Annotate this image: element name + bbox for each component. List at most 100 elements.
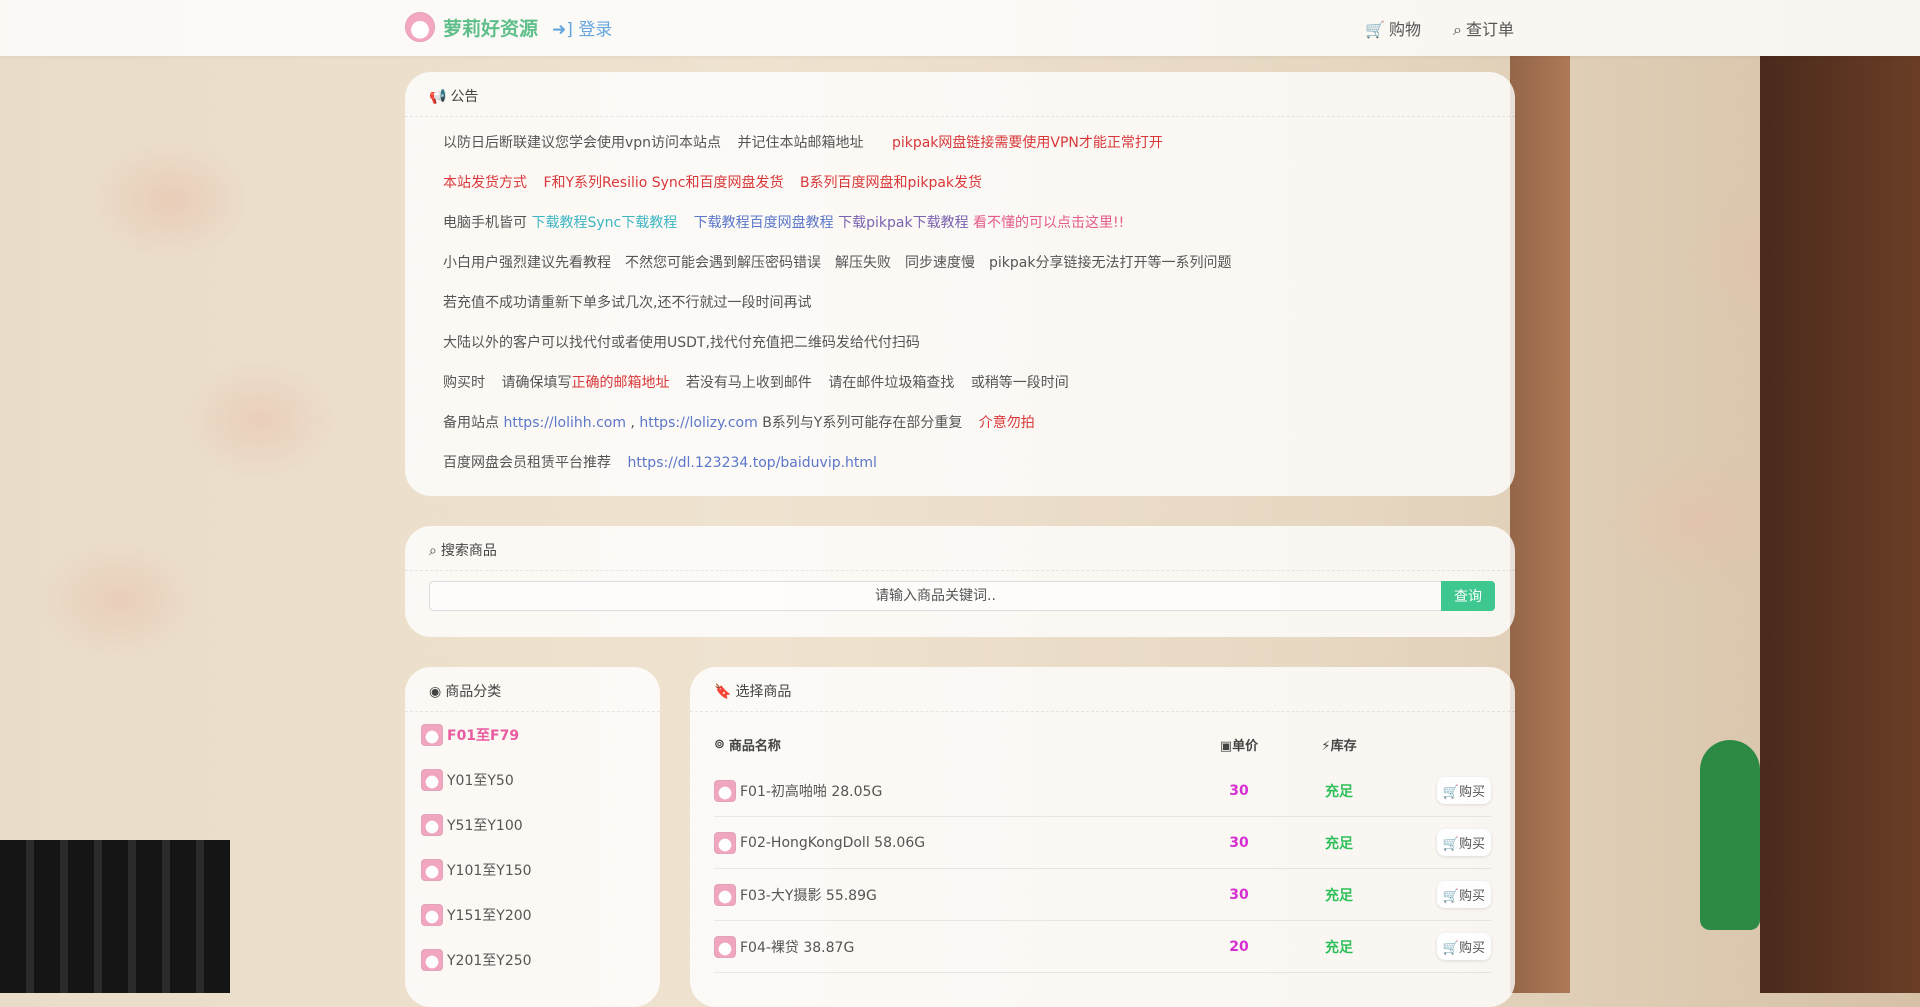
category-item[interactable]: Y151至Y200 [405, 892, 660, 937]
notice-text: 百度网盘会员租赁平台推荐 [443, 455, 611, 471]
notice-line: 本站发货方式 F和Y系列Resilio Sync和百度网盘发货 B系列百度网盘和… [443, 163, 1477, 203]
notice-header: 📢 公告 [405, 72, 1515, 117]
notice-warning: 介意勿拍 [978, 415, 1035, 431]
baidu-tutorial-link[interactable]: 下载教程百度网盘教程 [694, 215, 834, 231]
product-name: F04-裸贷 38.87G [740, 939, 855, 956]
notice-text: , [630, 415, 635, 431]
notice-card: 📢 公告 以防日后断联建议您学会使用vpn访问本站点 并记住本站邮箱地址 pikp… [405, 72, 1515, 496]
product-header: 🔖 选择商品 [690, 667, 1515, 712]
buy-label: 购买 [1458, 889, 1485, 904]
login-link[interactable]: ➜] 登录 [552, 15, 612, 40]
notice-line: 百度网盘会员租赁平台推荐 https://dl.123234.top/baidu… [443, 443, 1477, 483]
product-name: F03-大Y摄影 55.89G [740, 887, 877, 904]
category-icon [421, 858, 443, 881]
site-logo [405, 12, 435, 42]
header-price: ▣单价 [1209, 735, 1269, 754]
search-button[interactable]: 查询 [1441, 581, 1495, 611]
top-navbar: 萝莉好资源 ➜] 登录 🛒 购物 ⌕ 查订单 [0, 0, 1920, 56]
notice-text: B系列与Y系列可能存在部分重复 [762, 415, 963, 431]
background-bottle [1700, 740, 1760, 930]
login-label: 登录 [578, 19, 613, 40]
buy-label: 购买 [1458, 785, 1485, 800]
buy-label: 购买 [1458, 837, 1485, 852]
nav-shopping-label: 购物 [1389, 20, 1422, 39]
notice-warning: 正确的邮箱地址 [571, 375, 670, 391]
nav-right: 🛒 购物 ⌕ 查订单 [1365, 16, 1514, 40]
product-price: 30 [1229, 782, 1249, 799]
backup-site-link[interactable]: https://lolihh.com [503, 415, 626, 431]
pikpak-tutorial-link[interactable]: 下载pikpak下载教程 [838, 215, 968, 231]
nav-check-order[interactable]: ⌕ 查订单 [1453, 16, 1514, 40]
notice-warning: F和Y系列Resilio Sync和百度网盘发货 [543, 175, 784, 191]
search-icon: ⌕ [429, 543, 437, 559]
category-item[interactable]: Y51至Y100 [405, 802, 660, 847]
cart-icon: 🛒 [1365, 20, 1385, 39]
product-icon [714, 831, 736, 854]
product-price: 30 [1229, 886, 1249, 903]
table-row: F04-裸贷 38.87G 20 充足 🛒购买 [714, 921, 1491, 973]
table-header-row: ⊚ 商品名称 ▣单价 ⚡库存 [714, 723, 1491, 765]
product-icon [714, 779, 736, 802]
notice-line: 电脑手机皆可 下载教程Sync下载教程 下载教程百度网盘教程 下载pikpak下… [443, 203, 1477, 243]
product-icon [714, 935, 736, 958]
notice-text: 请在邮件垃圾箱查找 [828, 375, 955, 391]
product-price: 20 [1229, 938, 1249, 955]
product-table: ⊚ 商品名称 ▣单价 ⚡库存 F01-初高啪啪 28.05G 30 充足 🛒购买 … [714, 723, 1491, 973]
product-name: F01-初高啪啪 28.05G [740, 783, 883, 800]
background-door-frame [1510, 56, 1570, 993]
buy-label: 购买 [1458, 941, 1485, 956]
category-label: F01至F79 [447, 727, 520, 744]
category-item[interactable]: Y101至Y150 [405, 847, 660, 892]
backup-site-link[interactable]: https://lolizy.com [639, 415, 757, 431]
header-stock: ⚡库存 [1269, 735, 1409, 754]
table-row: F01-初高啪啪 28.05G 30 充足 🛒购买 [714, 765, 1491, 817]
bolt-icon: ⚡ [1321, 738, 1331, 754]
category-label: Y01至Y50 [447, 772, 514, 789]
search-card: ⌕搜索商品 查询 [405, 526, 1515, 637]
table-row: F02-HongKongDoll 58.06G 30 充足 🛒购买 [714, 817, 1491, 869]
cart-icon: 🛒 [1442, 941, 1459, 956]
nav-shopping[interactable]: 🛒 购物 [1365, 16, 1421, 40]
notice-text: 若没有马上收到邮件 [685, 375, 812, 391]
category-title: 商品分类 [445, 684, 502, 700]
notice-text: 备用站点 [443, 415, 499, 431]
buy-button[interactable]: 🛒购买 [1436, 777, 1491, 804]
notice-line: 小白用户强烈建议先看教程 不然您可能会遇到解压密码错误 解压失败 同步速度慢 p… [443, 255, 1232, 271]
notice-text: 并记住本站邮箱地址 [737, 135, 864, 151]
category-card: ◉ 商品分类 F01至F79 Y01至Y50 Y51至Y100 Y101至Y150… [405, 667, 660, 1007]
notice-line: 大陆以外的客户可以找代付或者使用USDT,找代付充值把二维码发给代付扫码 [443, 335, 920, 351]
buy-button[interactable]: 🛒购买 [1436, 933, 1491, 960]
category-item[interactable]: Y201至Y250 [405, 937, 660, 982]
header-stock-label: 库存 [1330, 738, 1357, 754]
header-name-label: 商品名称 [728, 738, 781, 754]
category-item[interactable]: Y01至Y50 [405, 757, 660, 802]
help-link[interactable]: 看不懂的可以点击这里!! [973, 215, 1124, 231]
table-row: F03-大Y摄影 55.89G 30 充足 🛒购买 [714, 869, 1491, 921]
notice-text: 购买时 [443, 375, 485, 391]
product-title: 选择商品 [735, 684, 792, 700]
category-label: Y101至Y150 [447, 862, 532, 879]
buy-button[interactable]: 🛒购买 [1436, 881, 1491, 908]
notice-warning: 本站发货方式 [443, 175, 527, 191]
buy-button[interactable]: 🛒购买 [1436, 829, 1491, 856]
notice-warning: B系列百度网盘和pikpak发货 [799, 175, 983, 191]
brand-name[interactable]: 萝莉好资源 [443, 14, 538, 41]
search-row: 查询 [429, 581, 1495, 611]
baiduvip-link[interactable]: https://dl.123234.top/baiduvip.html [627, 455, 876, 471]
search-input[interactable] [429, 581, 1441, 611]
category-icon [421, 723, 443, 746]
category-header: ◉ 商品分类 [405, 667, 660, 712]
notice-text: 电脑手机皆可 [443, 215, 527, 231]
product-icon [714, 883, 736, 906]
category-item[interactable]: F01至F79 [405, 712, 660, 757]
sync-tutorial-link[interactable]: 下载教程Sync下载教程 [531, 215, 677, 231]
cart-icon: 🛒 [1442, 889, 1459, 904]
product-stock: 充足 [1325, 783, 1353, 800]
category-icon [421, 768, 443, 791]
notice-title: 公告 [450, 89, 479, 105]
product-stock: 充足 [1325, 835, 1353, 852]
nav-check-order-label: 查订单 [1465, 20, 1514, 39]
brand[interactable]: 萝莉好资源 ➜] 登录 [405, 12, 612, 42]
notice-line: 购买时 请确保填写正确的邮箱地址 若没有马上收到邮件 请在邮件垃圾箱查找 或稍等… [443, 363, 1477, 403]
product-stock: 充足 [1325, 887, 1353, 904]
